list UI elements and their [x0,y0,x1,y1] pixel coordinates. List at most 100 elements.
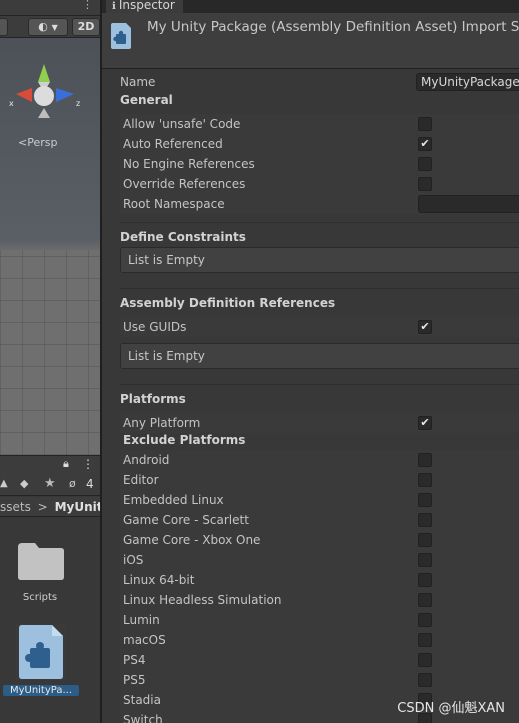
platform-label: Android [123,453,170,467]
asset-label-asmdef: MyUnityPa... [3,685,79,696]
platform-exclude-checkbox[interactable] [418,513,432,527]
use-guids-label: Use GUIDs [123,320,187,334]
hidden-count: 4 [86,477,94,491]
platform-label: Stadia [123,693,161,707]
platform-exclude-checkbox[interactable] [418,673,432,687]
assembly-references-list[interactable]: List is Empty [120,343,519,369]
section-general: General [120,93,173,107]
assembly-definition-icon [19,625,63,679]
scene-orientation-gizmo-icon[interactable]: x z [4,56,84,126]
hidden-eye-icon[interactable]: ø [69,477,76,490]
platform-row[interactable]: Game Core - Xbox One [120,530,519,550]
use-guids-checkbox[interactable]: ✔ [418,320,432,334]
row-auto-referenced[interactable]: Auto Referenced ✔ [120,134,519,154]
section-platforms: Platforms [120,392,186,406]
platform-label: PS4 [123,653,146,667]
override-references-checkbox[interactable] [418,177,432,191]
platform-row[interactable]: Linux 64-bit [120,570,519,590]
platform-row[interactable]: PS4 [120,650,519,670]
auto-referenced-label: Auto Referenced [123,137,223,151]
platform-row[interactable]: macOS [120,630,519,650]
platform-exclude-checkbox[interactable] [418,453,432,467]
breadcrumb-separator: > [37,500,48,514]
tab-inspector-label: Inspector [118,0,175,12]
inspector-panel: ℹ Inspector My Unity Package (Assembly De… [102,0,519,723]
scene-toolbar: ◐ ▼ 2D [0,16,100,38]
row-any-platform[interactable]: Any Platform ✔ [120,413,519,433]
platform-row[interactable]: Game Core - Scarlett [120,510,519,530]
platform-row[interactable]: iOS [120,550,519,570]
platform-exclude-checkbox[interactable] [418,573,432,587]
more-options-icon[interactable]: ⋮ [82,457,94,471]
override-references-label: Override References [123,177,246,191]
projection-label[interactable]: <Persp [18,136,57,149]
define-constraints-list[interactable]: List is Empty [120,247,519,273]
allow-unsafe-checkbox[interactable] [418,117,432,131]
platform-label: Editor [123,473,159,487]
root-namespace-label: Root Namespace [123,197,225,211]
folder-icon[interactable] [17,541,65,581]
svg-text:z: z [76,99,80,108]
platform-exclude-checkbox[interactable] [418,473,432,487]
tag-icon[interactable]: ◆ [20,477,28,490]
tab-inspector[interactable]: ℹ Inspector [106,0,183,13]
platform-row[interactable]: PS5 [120,670,519,690]
row-allow-unsafe[interactable]: Allow 'unsafe' Code [120,114,519,134]
project-toolbar: ▲ ◆ ★ ø 4 [0,474,100,496]
platform-row[interactable]: Embedded Linux [120,490,519,510]
name-field[interactable] [416,73,519,91]
section-define-constraints: Define Constraints [120,230,246,244]
triangle-icon[interactable]: ▲ [0,478,8,489]
toggle-2d-button[interactable]: 2D [72,18,100,36]
row-override-references[interactable]: Override References [120,174,519,194]
name-label: Name [120,75,156,89]
platform-row[interactable]: Editor [120,470,519,490]
project-panel: 🔒︎ ⋮ ▲ ◆ ★ ø 4 ssets > MyUnityP Scripts … [0,455,119,723]
root-namespace-field[interactable] [418,195,519,213]
divider [120,222,519,223]
any-platform-checkbox[interactable]: ✔ [418,416,432,430]
breadcrumb-item-assets[interactable]: ssets [0,500,31,514]
platform-label: Linux 64-bit [123,573,195,587]
more-options-icon[interactable]: ⋮ [82,0,93,10]
no-engine-references-label: No Engine References [123,157,255,171]
asset-selection-highlight[interactable] [16,624,66,680]
draw-mode-dropdown[interactable]: ◐ ▼ [28,18,68,36]
platform-label: Embedded Linux [123,493,224,507]
platform-row[interactable]: Android [120,450,519,470]
platform-exclude-checkbox[interactable] [418,653,432,667]
chevron-down-icon: ▼ [51,23,58,32]
platform-label: Game Core - Xbox One [123,533,261,547]
inspector-tab-bar: ℹ Inspector [102,0,519,13]
allow-unsafe-label: Allow 'unsafe' Code [123,117,241,131]
row-use-guids[interactable]: Use GUIDs ✔ [120,317,519,337]
row-no-engine-references[interactable]: No Engine References [120,154,519,174]
star-icon[interactable]: ★ [44,476,56,491]
platform-exclude-checkbox[interactable] [418,553,432,567]
platform-exclude-checkbox[interactable] [418,593,432,607]
assembly-definition-icon [111,23,131,49]
scene-view[interactable]: ⋮ ◐ ▼ 2D x z <Persp [0,0,100,455]
toolbar-button-left[interactable] [0,18,8,36]
project-tab-bar: 🔒︎ ⋮ [0,456,100,474]
platform-label: Switch [123,713,163,723]
svg-text:x: x [9,99,14,108]
divider [120,384,519,385]
any-platform-label: Any Platform [123,416,201,430]
sphere-shading-icon: ◐ [38,20,48,33]
platform-exclude-checkbox[interactable] [418,613,432,627]
exclude-platforms-heading: Exclude Platforms [123,433,246,447]
scene-tab-bar: ⋮ [0,0,100,16]
lock-icon[interactable]: 🔒︎ [63,457,69,471]
platform-exclude-checkbox[interactable] [418,633,432,647]
no-engine-references-checkbox[interactable] [418,157,432,171]
asset-label-scripts: Scripts [22,592,58,603]
platform-label: Game Core - Scarlett [123,513,249,527]
platform-exclude-checkbox[interactable] [418,533,432,547]
platform-label: Linux Headless Simulation [123,593,282,607]
platform-exclude-checkbox[interactable] [418,493,432,507]
platform-row[interactable]: Lumin [120,610,519,630]
platform-label: Lumin [123,613,160,627]
platform-row[interactable]: Linux Headless Simulation [120,590,519,610]
auto-referenced-checkbox[interactable]: ✔ [418,137,432,151]
